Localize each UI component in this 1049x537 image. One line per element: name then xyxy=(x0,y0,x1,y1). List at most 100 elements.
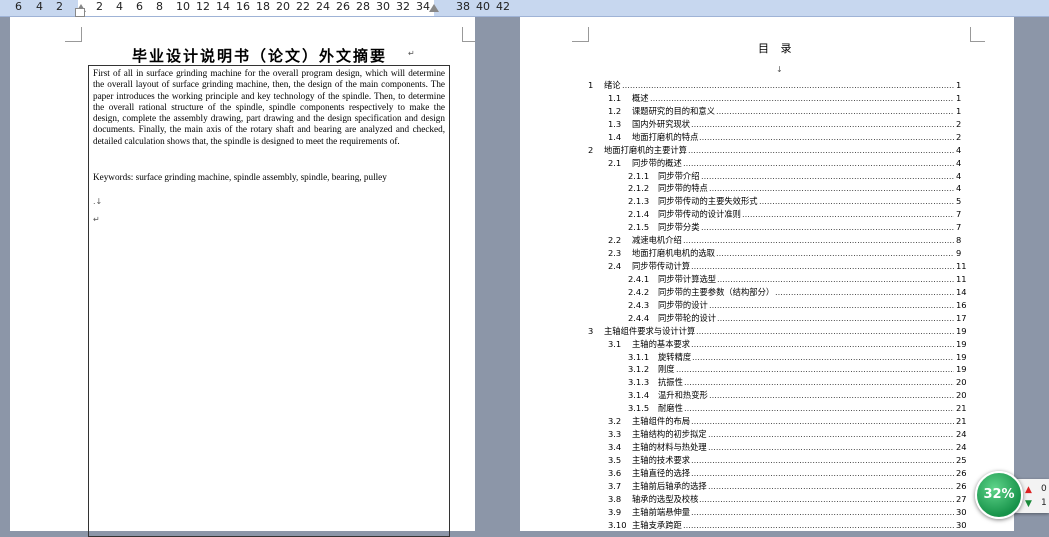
toc-entry[interactable]: 1.2 课题研究的目的和意义...........................… xyxy=(520,105,980,118)
toc-entry-page: 19 xyxy=(956,364,967,375)
toc-entry[interactable]: 3.1.4 温升和热变形.............................… xyxy=(520,389,980,402)
toc-leader-dots: ........................................… xyxy=(717,273,954,284)
toc-entry[interactable]: 1.3 国内外研究现状..............................… xyxy=(520,118,980,131)
toc-leader-dots: ........................................… xyxy=(709,299,954,310)
toc-entry-number: 1.2 xyxy=(608,105,622,116)
toc-leader-dots: ........................................… xyxy=(691,467,954,478)
toc-entry[interactable]: 3.10 主轴支承跨距..............................… xyxy=(520,519,980,532)
toc-entry[interactable]: 2.4 同步带传动计算..............................… xyxy=(520,260,980,273)
toc-entry-number: 1.1 xyxy=(608,92,622,103)
toc-entry[interactable]: 2.4.4 同步带轮的设计............................… xyxy=(520,312,980,325)
toc-entry-page: 11 xyxy=(956,261,967,272)
toc-entry[interactable]: 3.1.3 抗振性................................… xyxy=(520,376,980,389)
toc-entry-number: 1.3 xyxy=(608,118,622,129)
toc-entry[interactable]: 3.7 主轴前后轴承的选择............................… xyxy=(520,480,980,493)
right-indent-marker[interactable] xyxy=(429,4,439,12)
toc-entry[interactable]: 3.3 主轴结构的初步拟定............................… xyxy=(520,428,980,441)
toc-entry[interactable]: 2 地面打磨机的主要计算.............................… xyxy=(520,144,980,157)
toc-entry-number: 3.3 xyxy=(608,429,622,440)
ruler-number: 40 xyxy=(476,0,490,13)
toc-entry-title: 概述 xyxy=(632,92,649,103)
left-indent-handle[interactable] xyxy=(75,8,85,17)
toc-leader-dots: ........................................… xyxy=(684,377,954,388)
toc-entry-title: 课题研究的目的和意义 xyxy=(632,105,715,116)
toc-entry[interactable]: 3.1.2 刚度.................................… xyxy=(520,363,980,376)
toc-entry[interactable]: 3.6 主轴直径的选择..............................… xyxy=(520,467,980,480)
toc-leader-dots: ........................................… xyxy=(717,312,954,323)
toc-entry[interactable]: 2.1.3 同步带传动的主要失效形式.......................… xyxy=(520,195,980,208)
toc-entry[interactable]: 2.1 同步带的概述...............................… xyxy=(520,157,980,170)
ruler-number: 38 xyxy=(456,0,470,13)
toc-entry-title: 同步带计算选型 xyxy=(658,273,717,284)
toc-entry[interactable]: 3.1 主轴的基本要求..............................… xyxy=(520,338,980,351)
ruler-number: 30 xyxy=(376,0,390,13)
ruler-number: 4 xyxy=(116,0,123,13)
toc-entry-title: 主轴直径的选择 xyxy=(632,467,691,478)
toc-entry-page: 1 xyxy=(956,92,962,103)
horizontal-ruler[interactable]: 6 4 2 2 4 6 8 10 12 14 16 18 20 22 24 26 28 30 32 34 38 40 42 xyxy=(0,0,1049,17)
toc-leader-dots: ........................................… xyxy=(684,403,954,414)
toc-entry-title: 同步带介绍 xyxy=(658,170,700,181)
toc-entry-title: 刚度 xyxy=(658,364,675,375)
toc-entry[interactable]: 3.2 主轴组件的布局..............................… xyxy=(520,415,980,428)
toc-entry-title: 主轴的材料与热处理 xyxy=(632,442,707,453)
toc-entry-number: 2.1.3 xyxy=(628,196,650,207)
toc-entry[interactable]: 2.1.5 同步带分类..............................… xyxy=(520,221,980,234)
memory-usage-badge[interactable]: 32% xyxy=(975,471,1023,519)
toc-entry-number: 3.5 xyxy=(608,454,622,465)
toc-entry[interactable]: 2.2 减速电机介绍...............................… xyxy=(520,234,980,247)
toc-entry-page: 19 xyxy=(956,338,967,349)
toc-entry[interactable]: 1.1 概述...................................… xyxy=(520,92,980,105)
toc-entry[interactable]: 3 主轴组件要求与设计计算............................… xyxy=(520,325,980,338)
toc-entry-title: 主轴结构的初步拟定 xyxy=(632,429,707,440)
toc-entry[interactable]: 2.4.3 同步带的设计.............................… xyxy=(520,299,980,312)
toc-entry-number: 3.1.1 xyxy=(628,351,650,362)
toc-entry-number: 2.4.1 xyxy=(628,273,650,284)
page-gap xyxy=(1014,17,1049,531)
toc-entry-page: 1 xyxy=(956,105,962,116)
toc-entry-number: 2.1 xyxy=(608,157,622,168)
toc-entry-page: 2 xyxy=(956,118,962,129)
toc-entry-title: 耐磨性 xyxy=(658,403,683,414)
ruler-number: 2 xyxy=(56,0,63,13)
toc-entry[interactable]: 3.8 轴承的选型及校核.............................… xyxy=(520,493,980,506)
toc-leader-dots: ........................................… xyxy=(650,92,954,103)
toc-entry-number: 3 xyxy=(588,325,594,336)
toc-entry-page: 4 xyxy=(956,183,962,194)
ruler-number: 14 xyxy=(216,0,230,13)
ruler-number: 12 xyxy=(196,0,210,13)
toc-entry[interactable]: 3.1.1 旋转精度...............................… xyxy=(520,351,980,364)
toc-entry[interactable]: 2.4.1 同步带计算选型............................… xyxy=(520,273,980,286)
toc-entry-title: 温升和热变形 xyxy=(658,390,708,401)
ruler-number: 6 xyxy=(136,0,143,13)
toc-leader-dots: ........................................… xyxy=(683,157,954,168)
toc-entry[interactable]: 1 绪论.....................................… xyxy=(520,79,980,92)
toc-entry-title: 同步带的设计 xyxy=(658,299,708,310)
toc-entry-title: 同步带分类 xyxy=(658,222,700,233)
toc-entry[interactable]: 3.4 主轴的材料与热处理............................… xyxy=(520,441,980,454)
toc-entry-title: 地面打磨机电机的选取 xyxy=(632,248,715,259)
ruler-number: 18 xyxy=(256,0,270,13)
toc-entry-page: 7 xyxy=(956,209,962,220)
toc-entry[interactable]: 2.1.1 同步带介绍..............................… xyxy=(520,170,980,183)
ruler-number: 16 xyxy=(236,0,250,13)
toc-entry[interactable]: 3.9 主轴前端悬伸量..............................… xyxy=(520,506,980,519)
toc-entry-page: 26 xyxy=(956,467,967,478)
toc-entry-number: 3.1.2 xyxy=(628,364,650,375)
toc-entry[interactable]: 2.1.2 同步带的特点.............................… xyxy=(520,182,980,195)
toc-leader-dots: ........................................… xyxy=(691,506,954,517)
toc-entry[interactable]: 2.1.4 同步带传动的设计准则.........................… xyxy=(520,208,980,221)
toc-leader-dots: ........................................… xyxy=(708,429,954,440)
toc-entry-page: 30 xyxy=(956,519,967,530)
toc-entry-page: 24 xyxy=(956,429,967,440)
toc-entry[interactable]: 1.4 地面打磨机的特点.............................… xyxy=(520,131,980,144)
toc-entry-page: 21 xyxy=(956,416,967,427)
toc-leader-dots: ........................................… xyxy=(622,80,954,90)
performance-widget[interactable]: ▲ 0 ▼ 1 32% xyxy=(975,471,1049,519)
toc-entry[interactable]: 3.5 主轴的技术要求..............................… xyxy=(520,454,980,467)
toc-entry[interactable]: 2.3 地面打磨机电机的选取...........................… xyxy=(520,247,980,260)
toc-entry-number: 1.4 xyxy=(608,131,622,142)
toc-entry[interactable]: 2.4.2 同步带的主要参数（结构部分）.....................… xyxy=(520,286,980,299)
toc-entry[interactable]: 3.1.5 耐磨性................................… xyxy=(520,402,980,415)
toc-entry-page: 9 xyxy=(956,248,962,259)
